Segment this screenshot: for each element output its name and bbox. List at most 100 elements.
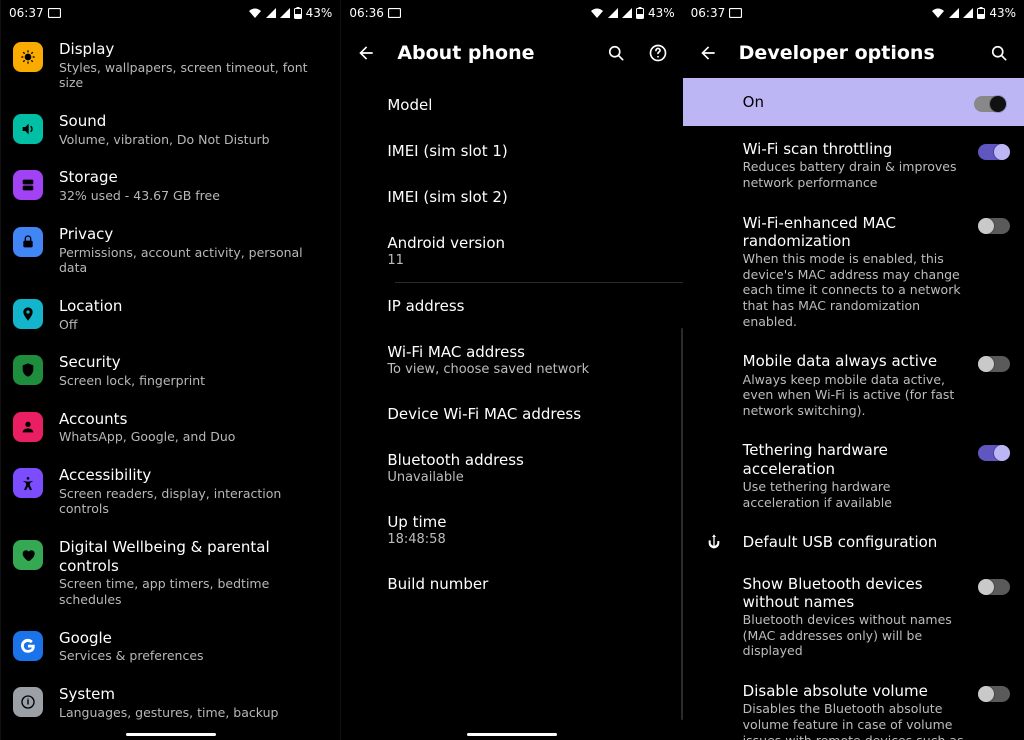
- about-item-build-number[interactable]: Build number: [387, 561, 682, 607]
- settings-item-title: Accounts: [59, 410, 326, 429]
- dev-item-title: Tethering hardware acceleration: [743, 441, 968, 478]
- dev-item-subtitle: Bluetooth devices without names (MAC add…: [743, 611, 968, 659]
- about-item-title: Build number: [387, 575, 668, 593]
- settings-item-security[interactable]: SecurityScreen lock, fingerprint: [1, 343, 340, 399]
- about-item-bluetooth-address[interactable]: Bluetooth addressUnavailable: [387, 437, 682, 499]
- about-item-model[interactable]: Model: [387, 82, 682, 128]
- settings-item-title: Digital Wellbeing & parental controls: [59, 538, 326, 576]
- accounts-icon: [13, 412, 43, 442]
- about-item-title: Up time: [387, 513, 668, 531]
- dev-item-tethering-hardware-acceleration[interactable]: Tethering hardware accelerationUse tethe…: [683, 429, 1024, 521]
- about-list: Model IMEI (sim slot 1) IMEI (sim slot 2) A…: [341, 78, 682, 607]
- battery-icon: [636, 7, 644, 19]
- navigation-pill[interactable]: [126, 733, 216, 736]
- search-button[interactable]: [605, 42, 627, 64]
- dev-item-disable-absolute-volume[interactable]: Disable absolute volumeDisables the Blue…: [683, 670, 1024, 740]
- settings-item-digital-wellbeing-parental-controls[interactable]: Digital Wellbeing & parental controlsScr…: [1, 528, 340, 619]
- settings-item-subtitle: Off: [59, 316, 326, 333]
- signal-1-icon: [949, 8, 959, 18]
- about-item-title: IP address: [387, 297, 668, 315]
- battery-percent: 43%: [306, 6, 333, 20]
- battery-icon: [977, 7, 985, 19]
- about-item-imei-sim-slot-1-[interactable]: IMEI (sim slot 1): [387, 128, 682, 174]
- settings-item-google[interactable]: GoogleServices & preferences: [1, 619, 340, 675]
- status-clock: 06:36: [349, 6, 384, 20]
- settings-item-privacy[interactable]: PrivacyPermissions, account activity, pe…: [1, 215, 340, 287]
- wifi-icon: [248, 8, 262, 19]
- about-item-ip-address[interactable]: IP address: [387, 283, 682, 329]
- settings-item-subtitle: Languages, gestures, time, backup: [59, 704, 326, 721]
- google-icon: [13, 631, 43, 661]
- settings-item-title: Display: [59, 40, 326, 59]
- settings-item-title: Accessibility: [59, 466, 326, 485]
- dev-item-subtitle: Reduces battery drain & improves network…: [743, 158, 968, 190]
- toggle-switch[interactable]: [978, 144, 1010, 160]
- about-item-title: Model: [387, 96, 668, 114]
- settings-item-accounts[interactable]: AccountsWhatsApp, Google, and Duo: [1, 400, 340, 456]
- signal-2-icon: [622, 8, 632, 18]
- settings-item-subtitle: Screen lock, fingerprint: [59, 372, 326, 389]
- wifi-icon: [931, 8, 945, 19]
- navigation-pill[interactable]: [467, 733, 557, 736]
- about-item-imei-sim-slot-2-[interactable]: IMEI (sim slot 2): [387, 174, 682, 220]
- settings-item-location[interactable]: LocationOff: [1, 287, 340, 343]
- settings-item-title: Sound: [59, 112, 326, 131]
- back-button[interactable]: [355, 42, 377, 64]
- toggle-switch[interactable]: [978, 356, 1010, 372]
- status-clock: 06:37: [691, 6, 726, 20]
- settings-item-title: System: [59, 685, 326, 704]
- status-clock: 06:37: [9, 6, 44, 20]
- about-item-title: Bluetooth address: [387, 451, 668, 469]
- settings-item-title: Security: [59, 353, 326, 372]
- settings-panel: 06:37 43% DisplayStyles, wallpapers, scr…: [0, 0, 341, 740]
- settings-item-subtitle: Styles, wallpapers, screen timeout, font…: [59, 59, 326, 91]
- dev-item-default-usb-configuration[interactable]: Default USB configuration: [683, 521, 1024, 562]
- toggle-switch[interactable]: [978, 579, 1010, 595]
- about-item-up-time[interactable]: Up time18:48:58: [387, 499, 682, 561]
- settings-item-subtitle: Permissions, account activity, personal …: [59, 244, 326, 276]
- search-button[interactable]: [988, 42, 1010, 64]
- status-bar: 06:37 43%: [1, 0, 340, 26]
- about-item-title: Device Wi-Fi MAC address: [387, 405, 668, 423]
- header: Developer options: [683, 26, 1024, 78]
- about-item-device-wi-fi-mac-address[interactable]: Device Wi-Fi MAC address: [387, 391, 682, 437]
- back-button[interactable]: [697, 42, 719, 64]
- dev-item-title: Wi-Fi scan throttling: [743, 140, 968, 158]
- dev-item-mobile-data-always-active[interactable]: Mobile data always activeAlways keep mob…: [683, 340, 1024, 429]
- battery-percent: 43%: [989, 6, 1016, 20]
- settings-item-storage[interactable]: Storage32% used - 43.67 GB free: [1, 158, 340, 214]
- help-button[interactable]: [647, 42, 669, 64]
- settings-item-accessibility[interactable]: AccessibilityScreen readers, display, in…: [1, 456, 340, 528]
- settings-item-title: Privacy: [59, 225, 326, 244]
- toggle-switch[interactable]: [978, 686, 1010, 702]
- toggle-switch[interactable]: [978, 218, 1010, 234]
- about-item-title: IMEI (sim slot 2): [387, 188, 668, 206]
- settings-item-sound[interactable]: SoundVolume, vibration, Do Not Disturb: [1, 102, 340, 158]
- dev-item-wi-fi-scan-throttling[interactable]: Wi-Fi scan throttlingReduces battery dra…: [683, 128, 1024, 202]
- dev-options-master-row[interactable]: On: [683, 78, 1024, 126]
- settings-item-subtitle: 32% used - 43.67 GB free: [59, 187, 326, 204]
- dev-options-master-label: On: [743, 93, 764, 111]
- location-icon: [13, 299, 43, 329]
- cast-icon: [729, 8, 742, 18]
- about-item-wi-fi-mac-address[interactable]: Wi-Fi MAC addressTo view, choose saved n…: [387, 329, 682, 391]
- dev-item-subtitle: Always keep mobile data active, even whe…: [743, 371, 968, 419]
- settings-item-subtitle: Volume, vibration, Do Not Disturb: [59, 131, 326, 148]
- toggle-switch[interactable]: [978, 445, 1010, 461]
- about-item-android-version[interactable]: Android version11: [387, 220, 682, 282]
- wifi-icon: [590, 8, 604, 19]
- settings-item-display[interactable]: DisplayStyles, wallpapers, screen timeou…: [1, 30, 340, 102]
- dev-item-show-bluetooth-devices-without-names[interactable]: Show Bluetooth devices without namesBlue…: [683, 563, 1024, 670]
- svg-text:i: i: [27, 698, 30, 707]
- dev-options-master-toggle[interactable]: [974, 96, 1006, 112]
- about-item-title: Android version: [387, 234, 668, 252]
- signal-1-icon: [608, 8, 618, 18]
- settings-item-system[interactable]: i SystemLanguages, gestures, time, backup: [1, 675, 340, 731]
- page-title: Developer options: [739, 42, 935, 64]
- dev-item-wi-fi-enhanced-mac-randomization[interactable]: Wi-Fi-enhanced MAC randomizationWhen thi…: [683, 202, 1024, 341]
- system-icon: i: [13, 687, 43, 717]
- about-item-subtitle: 18:48:58: [387, 531, 668, 547]
- status-bar: 06:37 43%: [683, 0, 1024, 26]
- arrow-left-icon: [356, 43, 376, 63]
- battery-icon: [294, 7, 302, 19]
